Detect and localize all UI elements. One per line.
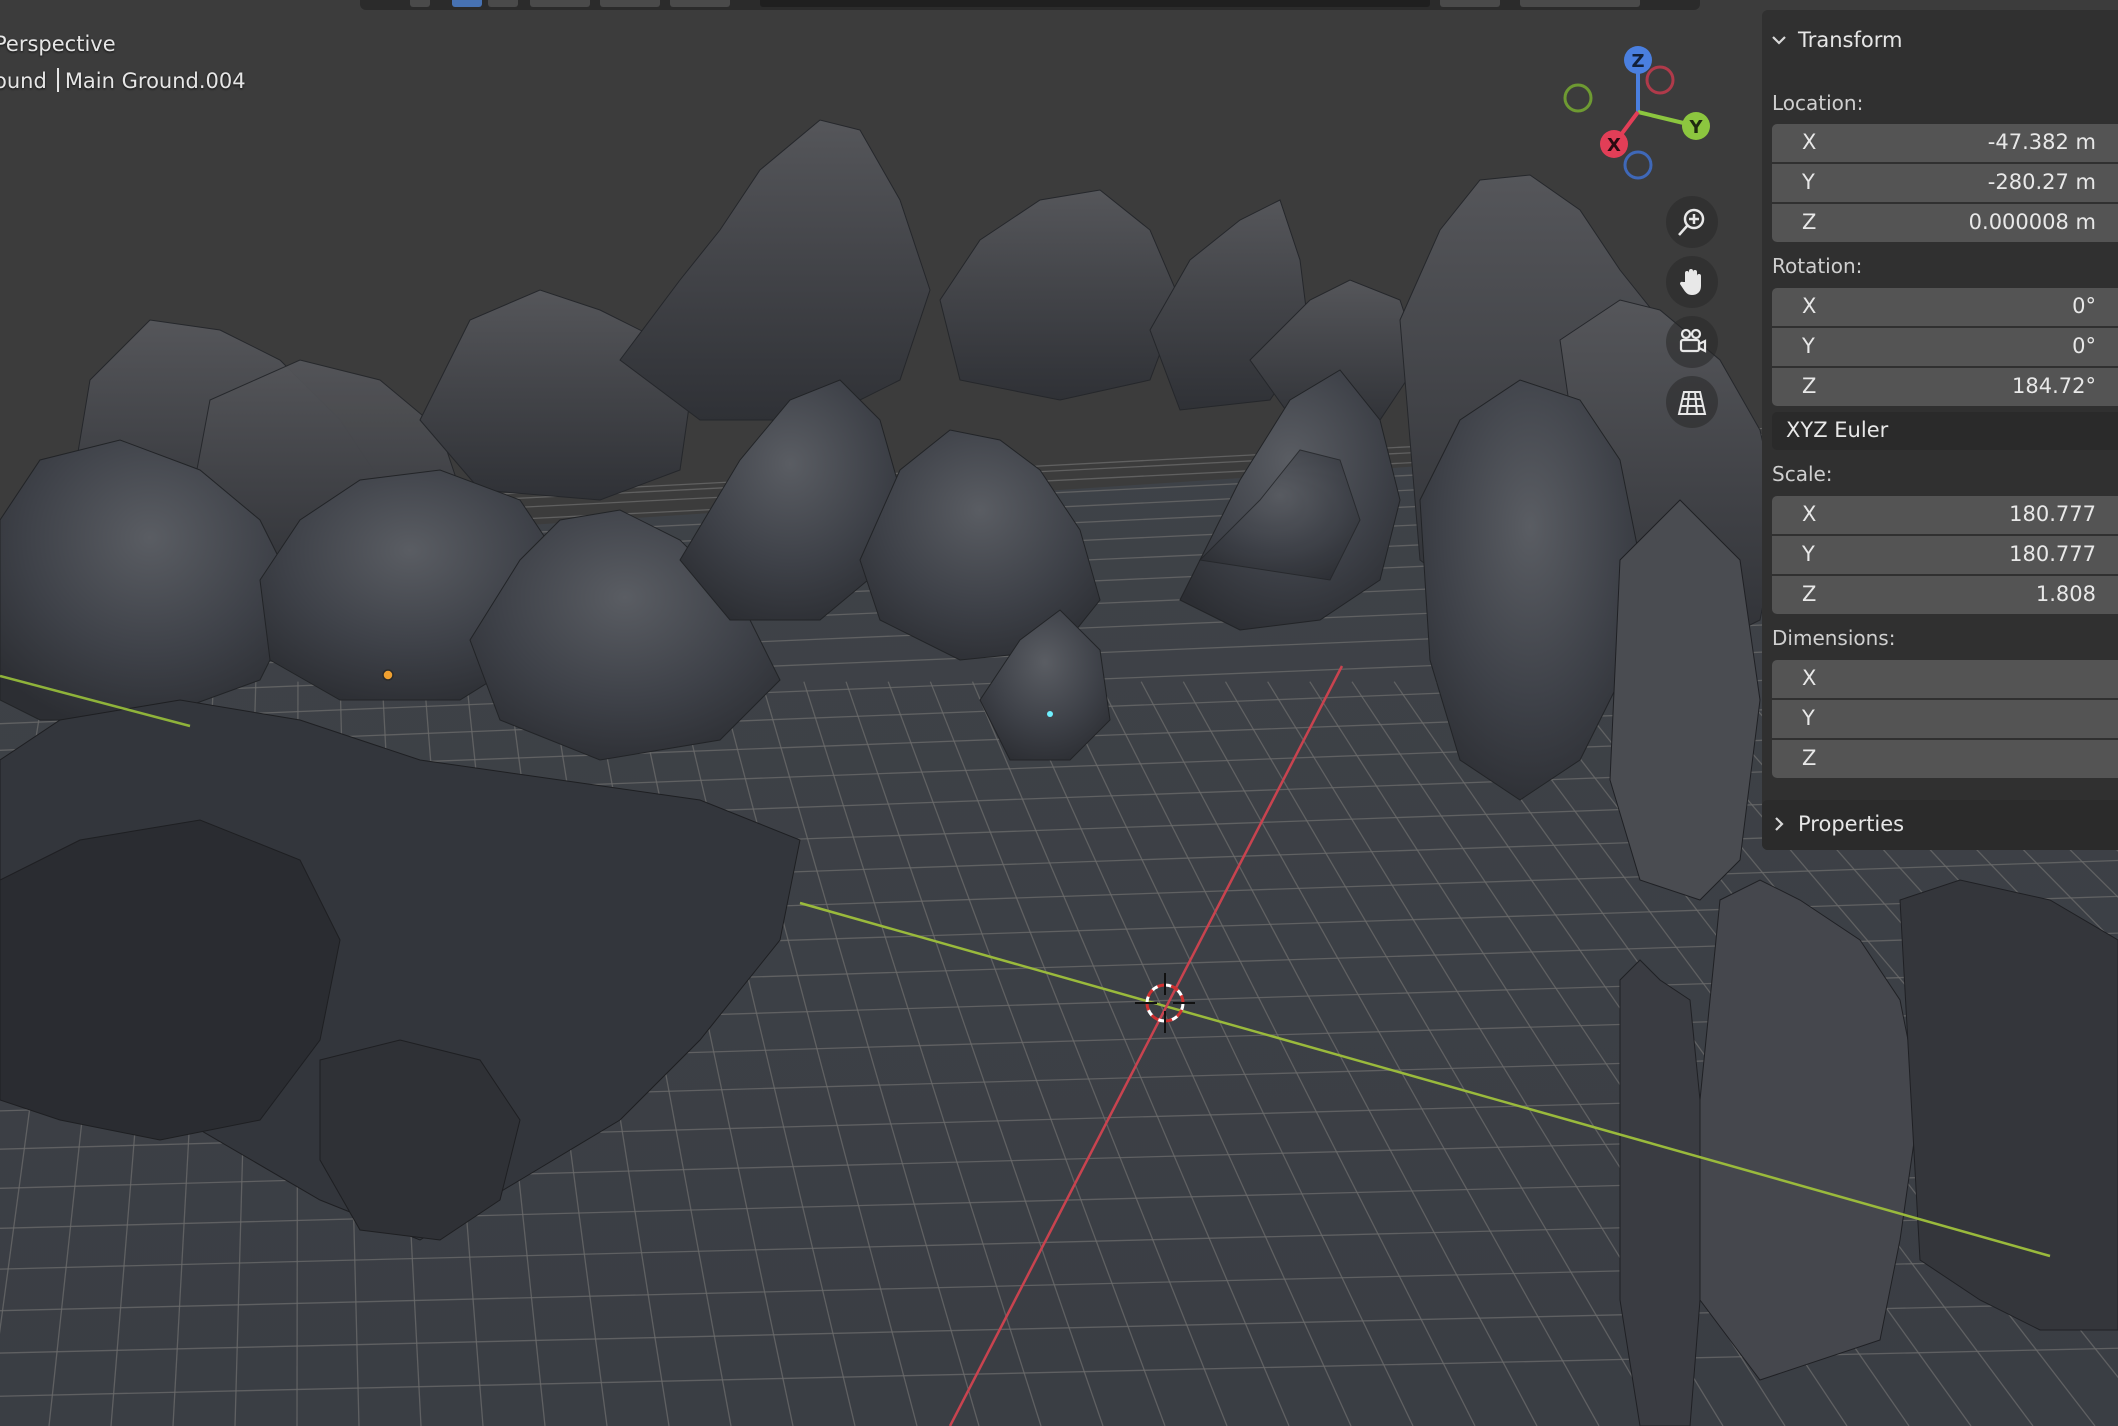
scale-z-field[interactable]: Z 1.808 <box>1772 576 2118 614</box>
location-z-field[interactable]: Z 0.000008 m <box>1772 204 2118 242</box>
dimensions-z-field[interactable]: Z <box>1772 740 2118 778</box>
field-value: 1.808 <box>2035 582 2096 606</box>
gizmo-x-label: X <box>1607 135 1621 156</box>
separator <box>56 68 59 92</box>
properties-title: Properties <box>1798 812 1905 836</box>
scale-x-field[interactable]: X 180.777 <box>1772 496 2118 534</box>
field-value: 184.72° <box>2012 374 2096 398</box>
field-value: 0° <box>2072 294 2096 318</box>
neg-z-axis-ball <box>1623 150 1653 180</box>
axis-label: X <box>1802 502 1817 526</box>
axis-label: Y <box>1802 542 1815 566</box>
rotation-z-field[interactable]: Z 184.72° <box>1772 368 2118 406</box>
header-field[interactable] <box>760 0 1430 7</box>
header-button[interactable] <box>488 0 518 7</box>
hand-pan-icon[interactable] <box>1666 256 1718 308</box>
axis-label: X <box>1802 294 1817 318</box>
axis-label: X <box>1802 130 1817 154</box>
rotation-label: Rotation: <box>1772 254 1863 278</box>
field-value: 0.000008 m <box>1968 210 2096 234</box>
dimensions-label: Dimensions: <box>1772 626 1896 650</box>
scale-label: Scale: <box>1772 462 1833 486</box>
gizmo-y-label: Y <box>1688 117 1703 138</box>
view-name-label: Perspective <box>0 32 116 56</box>
chevron-right-icon <box>1775 817 1784 831</box>
header-button[interactable] <box>600 0 660 7</box>
origin-point <box>382 669 394 681</box>
dimensions-y-field[interactable]: Y <box>1772 700 2118 738</box>
object-info-line: ound Main Ground.004 <box>0 68 246 93</box>
navigation-gizmo[interactable]: Z Y X <box>1550 40 1730 190</box>
properties-header-content[interactable]: Properties <box>1770 812 1904 836</box>
location-label: Location: <box>1772 91 1864 115</box>
transform-panel-header[interactable]: Transform <box>1770 28 1902 52</box>
rotation-mode-dropdown[interactable]: XYZ Euler <box>1772 412 2118 450</box>
rotation-y-field[interactable]: Y 0° <box>1772 328 2118 366</box>
location-x-field[interactable]: X -47.382 m <box>1772 124 2118 162</box>
header-button[interactable] <box>1520 0 1640 7</box>
axis-label: Y <box>1802 170 1815 194</box>
light-point <box>1047 711 1053 717</box>
collection-name: ound <box>0 69 47 93</box>
3d-viewport[interactable]: Perspective ound Main Ground.004 Z Y X T… <box>0 0 2118 1426</box>
location-y-field[interactable]: Y -280.27 m <box>1772 164 2118 202</box>
dimensions-x-field[interactable]: X <box>1772 660 2118 698</box>
axis-label: Z <box>1802 746 1817 770</box>
viewport-header <box>360 0 1700 10</box>
neg-y-axis-ball <box>1563 83 1593 113</box>
neg-x-axis-ball <box>1645 65 1675 95</box>
field-value: -280.27 m <box>1987 170 2096 194</box>
field-value: 0° <box>2072 334 2096 358</box>
chevron-down-icon <box>1772 36 1786 45</box>
header-button[interactable] <box>670 0 730 7</box>
header-button[interactable] <box>410 0 430 7</box>
header-button[interactable] <box>530 0 590 7</box>
field-value: 180.777 <box>2009 542 2096 566</box>
header-button[interactable] <box>1440 0 1500 7</box>
axis-label: Z <box>1802 374 1817 398</box>
gizmo-z-label: Z <box>1631 51 1644 72</box>
sidebar-n-panel: Transform Location: X -47.382 m Y -280.2… <box>1752 0 2118 1426</box>
scale-y-field[interactable]: Y 180.777 <box>1772 536 2118 574</box>
grid-ortho-icon[interactable] <box>1666 376 1718 428</box>
axis-label: X <box>1802 666 1817 690</box>
rotation-mode-value: XYZ Euler <box>1786 418 1889 442</box>
field-value: -47.382 m <box>1987 130 2096 154</box>
zoom-icon[interactable] <box>1666 196 1718 248</box>
axis-label: Z <box>1802 582 1817 606</box>
field-value: 180.777 <box>2009 502 2096 526</box>
header-button-active[interactable] <box>452 0 482 7</box>
transform-title: Transform <box>1798 28 1903 52</box>
axis-label: Y <box>1802 334 1815 358</box>
axis-label: Y <box>1802 706 1815 730</box>
object-name: Main Ground.004 <box>64 69 246 93</box>
camera-icon[interactable] <box>1666 316 1718 368</box>
rotation-x-field[interactable]: X 0° <box>1772 288 2118 326</box>
axis-label: Z <box>1802 210 1817 234</box>
